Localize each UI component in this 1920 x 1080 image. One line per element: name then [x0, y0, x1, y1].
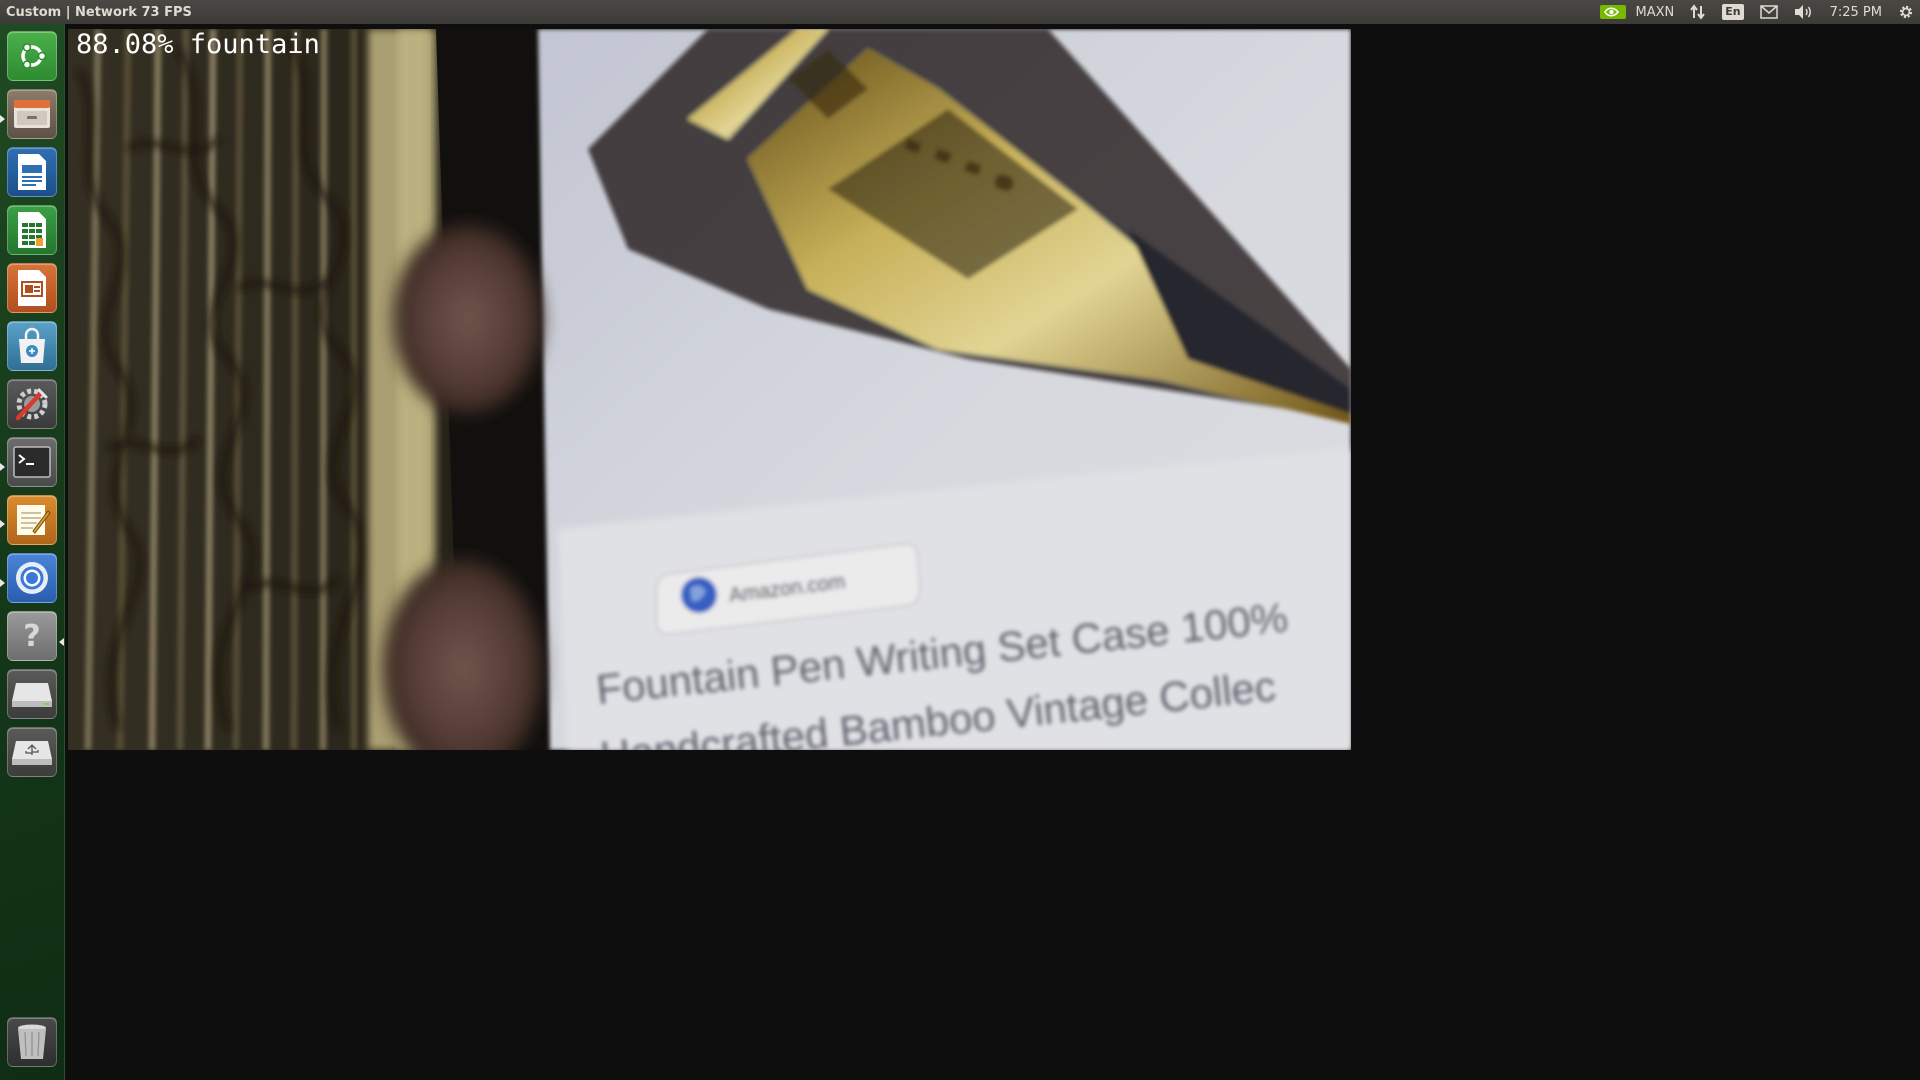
mail-icon[interactable]	[1752, 0, 1786, 24]
launcher-drive[interactable]	[7, 669, 57, 719]
launcher-libreoffice-writer[interactable]	[7, 147, 57, 197]
launcher-usb-drive[interactable]	[7, 727, 57, 777]
launcher-files[interactable]	[7, 89, 57, 139]
trash-icon	[18, 1024, 46, 1059]
question-mark-icon: ?	[23, 619, 40, 654]
launcher-terminal[interactable]	[7, 437, 57, 487]
launcher-chromium[interactable]	[7, 553, 57, 603]
writer-document-icon	[18, 154, 46, 190]
network-transfer-icon[interactable]	[1682, 0, 1714, 24]
window-title: Custom | Network 73 FPS	[6, 4, 192, 20]
impress-presentation-icon	[18, 270, 46, 306]
classification-overlay: 88.08% fountain	[76, 29, 320, 60]
drive-icon	[12, 683, 52, 707]
power-mode-label[interactable]: MAXN	[1634, 0, 1683, 24]
wrench-screwdriver-icon	[15, 388, 48, 421]
launcher-libreoffice-impress[interactable]	[7, 263, 57, 313]
running-indicator	[0, 579, 5, 587]
calc-spreadsheet-icon	[18, 212, 46, 248]
language-label: En	[1722, 4, 1744, 20]
gear-icon[interactable]	[1890, 0, 1920, 24]
launcher-trash[interactable]	[7, 1017, 57, 1067]
launcher-text-editor[interactable]	[7, 495, 57, 545]
nvidia-logo-icon[interactable]	[1592, 0, 1634, 24]
top-panel: Custom | Network 73 FPS MAXN En 7:25 PM	[0, 0, 1920, 24]
camera-feed: Amazon.com Fountain Pen Writing Set Case…	[68, 29, 1351, 750]
launcher-libreoffice-calc[interactable]	[7, 205, 57, 255]
camera-frame-image: Amazon.com Fountain Pen Writing Set Case…	[68, 29, 1351, 750]
ubuntu-logo-icon	[21, 43, 47, 69]
running-indicator	[0, 520, 5, 528]
usb-drive-icon	[12, 741, 52, 765]
launcher-help[interactable]: ?	[7, 611, 57, 661]
shopping-bag-icon	[19, 327, 45, 363]
indicator-area: MAXN En 7:25 PM	[1592, 0, 1920, 24]
keyboard-language-indicator[interactable]: En	[1714, 0, 1751, 24]
launcher-system-settings[interactable]	[7, 379, 57, 429]
notepad-pencil-icon	[17, 505, 51, 535]
launcher-ubuntu-dash[interactable]	[7, 31, 57, 81]
focused-indicator	[59, 638, 64, 646]
launcher-software-center[interactable]	[7, 321, 57, 371]
running-indicator	[0, 463, 5, 471]
file-cabinet-icon	[14, 100, 50, 128]
running-indicator	[0, 115, 5, 123]
volume-icon[interactable]	[1786, 0, 1822, 24]
terminal-icon	[13, 446, 51, 478]
launcher: ?	[0, 24, 65, 1080]
svg-text:?: ?	[23, 619, 40, 654]
clock[interactable]: 7:25 PM	[1822, 0, 1890, 24]
chromium-icon	[16, 562, 48, 594]
